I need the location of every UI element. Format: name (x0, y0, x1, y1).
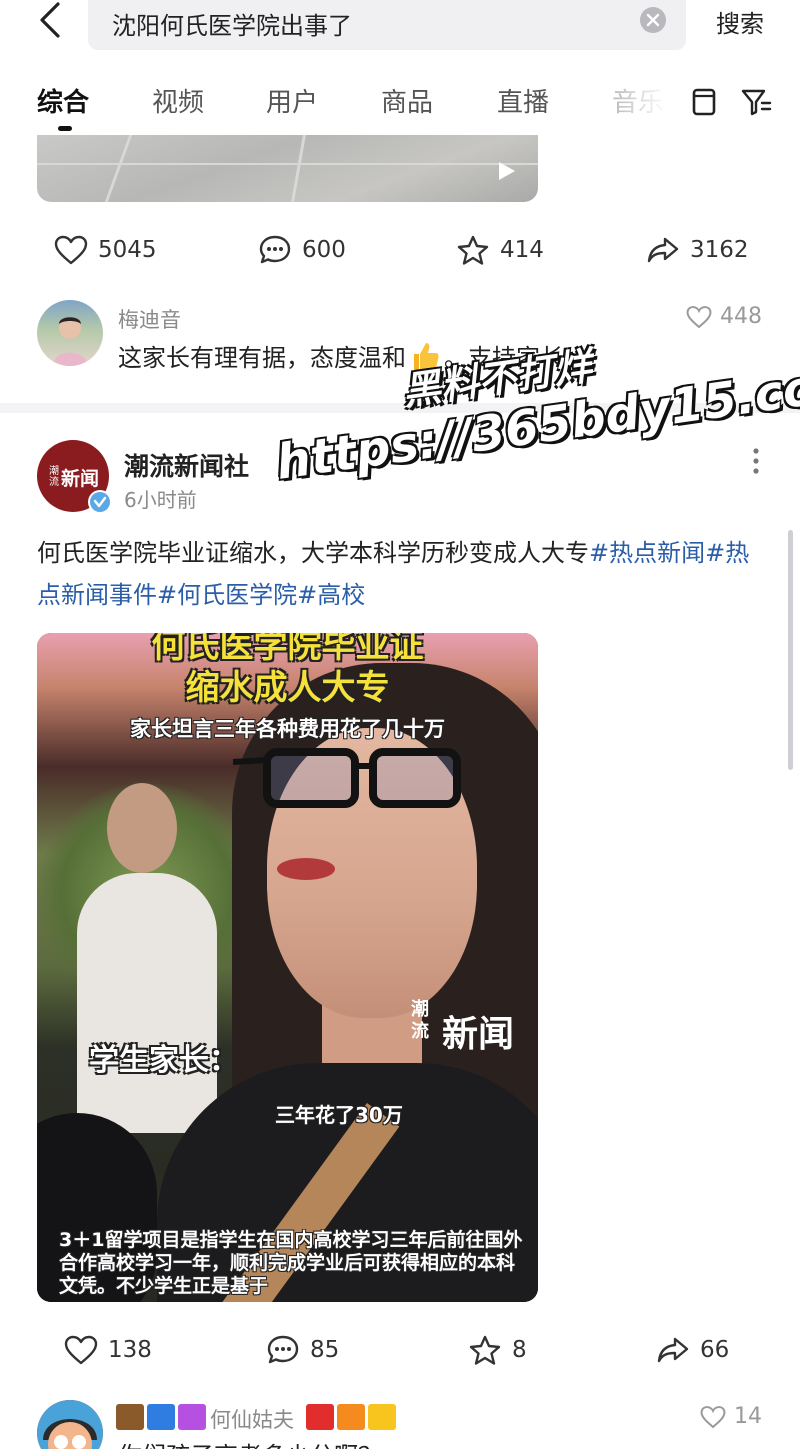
color-block (337, 1404, 365, 1430)
tab-fade-overlay (600, 80, 690, 130)
color-block (116, 1404, 144, 1430)
comment-button[interactable]: 600 (258, 230, 346, 270)
color-block (306, 1404, 334, 1430)
comment-icon (267, 1335, 299, 1364)
pavement-line (37, 163, 538, 165)
comment-count: 600 (302, 237, 346, 263)
favorite-count: 414 (500, 237, 544, 263)
tab-live[interactable]: 直播 (497, 82, 549, 119)
back-button[interactable] (32, 0, 72, 42)
comment-like-count: 14 (734, 1404, 762, 1429)
post-1-actions: 5045 600 414 3162 (0, 230, 800, 270)
avatar[interactable] (37, 300, 103, 366)
verified-icon (90, 492, 110, 512)
star-icon (457, 235, 489, 265)
scrollbar[interactable] (788, 530, 793, 770)
heart-icon (700, 1405, 726, 1428)
tab-all[interactable]: 综合 (37, 82, 89, 119)
layout-toggle-button[interactable] (686, 84, 722, 120)
like-button[interactable]: 5045 (54, 230, 157, 270)
layout-icon (692, 88, 716, 116)
like-button[interactable]: 138 (64, 1330, 152, 1370)
favorite-button[interactable]: 414 (456, 230, 544, 270)
filter-button[interactable] (738, 84, 774, 120)
color-block (178, 1404, 206, 1430)
video-thumbnail-2[interactable]: 何氏医学院毕业证 缩水成人大专 家长坦言三年各种费用花了几十万 学生家长： 潮流… (37, 633, 538, 1302)
video-subtitle: 家长坦言三年各种费用花了几十万 (130, 717, 445, 741)
video-logo-small-text: 潮流 (411, 999, 429, 1042)
share-count: 66 (700, 1337, 730, 1363)
glasses-graphic (233, 748, 461, 808)
share-button[interactable]: 66 (656, 1330, 729, 1370)
active-tab-indicator (58, 126, 72, 131)
favorite-button[interactable]: 8 (468, 1330, 527, 1370)
tab-video[interactable]: 视频 (152, 82, 204, 119)
comment-icon (259, 235, 291, 264)
hashtag-link[interactable]: #高校 (297, 581, 365, 609)
tab-users[interactable]: 用户 (266, 82, 318, 119)
post-body: 何氏医学院毕业证缩水，大学本科学历秒变成人大专 (37, 539, 589, 567)
heart-icon (64, 1335, 98, 1365)
share-button[interactable]: 3162 (646, 230, 749, 270)
tab-products[interactable]: 商品 (381, 82, 433, 119)
tab-bar: 综合 视频 用户 商品 直播 音乐 (0, 80, 800, 131)
background-person (77, 873, 217, 1133)
share-count: 3162 (690, 237, 749, 263)
cartoon-avatar (37, 1400, 103, 1449)
decorative-color-blocks-right (306, 1404, 396, 1430)
favorite-count: 8 (512, 1337, 527, 1363)
video-caption: 三年花了30万 (275, 1103, 403, 1127)
chevron-left-icon (40, 2, 60, 38)
avatar[interactable] (37, 1400, 103, 1449)
video-title-line: 缩水成人大专 (185, 668, 390, 708)
share-icon (647, 237, 679, 263)
like-count: 138 (108, 1337, 152, 1363)
video-thumbnail-1[interactable] (37, 135, 538, 202)
comment-text: 你们孩子高考多少分啊？ (118, 1436, 382, 1449)
video-title: 何氏医学院毕业证 缩水成人大专 (37, 633, 538, 709)
color-block (368, 1404, 396, 1430)
child-photo (53, 317, 87, 366)
search-input[interactable]: 沈阳何氏医学院出事了 (112, 6, 352, 41)
share-icon (657, 1337, 689, 1363)
like-count: 5045 (98, 237, 157, 263)
pavement-line (291, 135, 306, 202)
comment-count: 85 (310, 1337, 340, 1363)
video-title-line: 何氏医学院毕业证 (151, 633, 424, 666)
heart-icon (54, 235, 88, 265)
publisher-logo-text: 新闻 (61, 468, 100, 490)
post-timestamp: 6小时前 (124, 488, 197, 512)
verified-badge (88, 490, 112, 514)
speaker-lips (277, 858, 335, 880)
video-caption-long: 3＋1留学项目是指学生在国内高校学习三年后前往国外合作高校学习一年，顺利完成学业… (59, 1229, 523, 1297)
background-person-head (107, 783, 177, 873)
search-bar[interactable]: 沈阳何氏医学院出事了 (88, 0, 686, 50)
speaker-label: 学生家长： (89, 1043, 239, 1078)
star-icon (469, 1335, 501, 1365)
decorative-color-blocks-left (116, 1404, 206, 1430)
filter-icon (741, 89, 772, 116)
post-text: 何氏医学院毕业证缩水，大学本科学历秒变成人大专#热点新闻#热点新闻事件#何氏医学… (37, 532, 767, 616)
close-icon (646, 13, 660, 27)
video-logo-text: 新闻 (442, 1014, 515, 1055)
clear-search-button[interactable] (640, 7, 666, 33)
comment-username[interactable]: 梅迪音 (118, 304, 181, 334)
publisher-logo-small-text: 潮流 (49, 466, 59, 488)
pavement-line (104, 135, 133, 202)
comment-username[interactable]: 何仙姑夫 (210, 1404, 294, 1434)
publisher-name[interactable]: 潮流新闻社 (124, 447, 249, 483)
play-icon (499, 162, 515, 180)
top-bar: 沈阳何氏医学院出事了 搜索 综合 视频 用户 商品 直播 音乐 (0, 0, 800, 135)
comment-like-button[interactable]: 14 (700, 1404, 762, 1429)
comment-button[interactable]: 85 (266, 1330, 339, 1370)
color-block (147, 1404, 175, 1430)
search-button[interactable]: 搜索 (716, 4, 764, 39)
hashtag-link[interactable]: #热点新闻 (589, 539, 705, 567)
post-2-actions: 138 85 8 66 (0, 1330, 800, 1370)
hashtag-link[interactable]: #何氏医学院 (157, 581, 297, 609)
